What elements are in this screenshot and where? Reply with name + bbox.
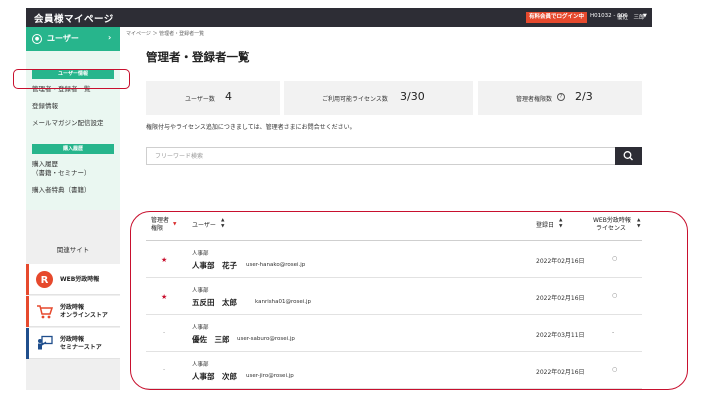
- stat-label: ユーザー数: [185, 96, 215, 103]
- related-sites-panel: 関連サイト R WEB労政時報 労政時報 オンラインストア 労政時報 セミナース…: [26, 210, 120, 390]
- related-web-rosei[interactable]: R WEB労政時報: [26, 264, 120, 295]
- account-menu-chevron-down-icon[interactable]: ▼: [643, 13, 647, 19]
- sidebar-item-purchase-history-sub[interactable]: （書籍・セミナー）: [32, 169, 91, 178]
- stat-value: 2/3: [575, 90, 593, 103]
- chevron-right-icon: ›: [108, 33, 112, 42]
- paid-member-badge: 有料会員でログイン中: [526, 12, 588, 23]
- license-notice: 権限付与やライセンス追加につきましては、管理者さまにお問合せください。: [146, 124, 356, 131]
- sidebar-item-registration[interactable]: 登録情報: [32, 102, 58, 111]
- stat-value: 3/30: [400, 90, 425, 103]
- related-sites-title: 関連サイト: [56, 246, 90, 254]
- stat-license-count: ご利用可能ライセンス数 3/30: [284, 81, 473, 115]
- stat-label: 管理者権限数: [516, 96, 553, 103]
- top-bar: 会員様マイページ 有料会員でログイン中 H01032 - 000 優佐 三郎 ▼: [26, 8, 652, 27]
- search-icon: [623, 151, 633, 161]
- related-label-line2: セミナーストア: [60, 344, 102, 351]
- account-name[interactable]: 優佐 三郎: [617, 13, 645, 21]
- related-online-store[interactable]: 労政時報 オンラインストア: [26, 296, 120, 327]
- search-input[interactable]: [147, 148, 614, 164]
- stat-user-count: ユーザー数 4: [146, 81, 280, 115]
- accent-bar: [26, 296, 29, 327]
- sidebar-item-newsletter[interactable]: メールマガジン配信設定: [32, 119, 104, 128]
- svg-text:R: R: [41, 275, 49, 286]
- stat-value: 4: [225, 90, 232, 103]
- breadcrumb[interactable]: マイページ ＞ 管理者・登録者一覧: [126, 30, 204, 37]
- related-seminar-store[interactable]: 労政時報 セミナーストア: [26, 328, 120, 359]
- related-label-line1: 労政時報: [60, 336, 85, 343]
- sidebar-item-purchase-history[interactable]: 購入履歴: [32, 160, 58, 169]
- search-button[interactable]: [615, 147, 642, 165]
- accent-bar: [26, 328, 29, 359]
- web-rosei-logo-icon: R: [36, 271, 53, 288]
- related-label: WEB労政時報: [60, 276, 100, 283]
- user-circle-icon: ●: [32, 34, 42, 44]
- highlight-user-table: [130, 211, 688, 390]
- user-menu-label: ユーザー: [47, 34, 79, 43]
- brand-title[interactable]: 会員様マイページ: [34, 11, 114, 25]
- shopping-cart-icon: [37, 305, 53, 319]
- accent-bar: [26, 264, 29, 295]
- search-box: [146, 147, 642, 165]
- section-label-purchase: 購入履歴: [32, 144, 114, 154]
- seminar-presenter-icon: [38, 335, 53, 350]
- stat-admin-count: 管理者権限数 ? 2/3: [478, 81, 642, 115]
- sidebar-item-buyer-benefits[interactable]: 購入者特典（書籍）: [32, 186, 91, 195]
- stat-label: ご利用可能ライセンス数: [322, 96, 388, 103]
- related-label-line2: オンラインストア: [60, 312, 108, 319]
- highlight-sidebar-item: [13, 69, 130, 89]
- user-menu-button[interactable]: ● ユーザー ›: [26, 27, 120, 51]
- related-label-line1: 労政時報: [60, 304, 85, 311]
- help-circle-icon[interactable]: ?: [557, 93, 565, 101]
- page-title: 管理者・登録者一覧: [146, 50, 250, 64]
